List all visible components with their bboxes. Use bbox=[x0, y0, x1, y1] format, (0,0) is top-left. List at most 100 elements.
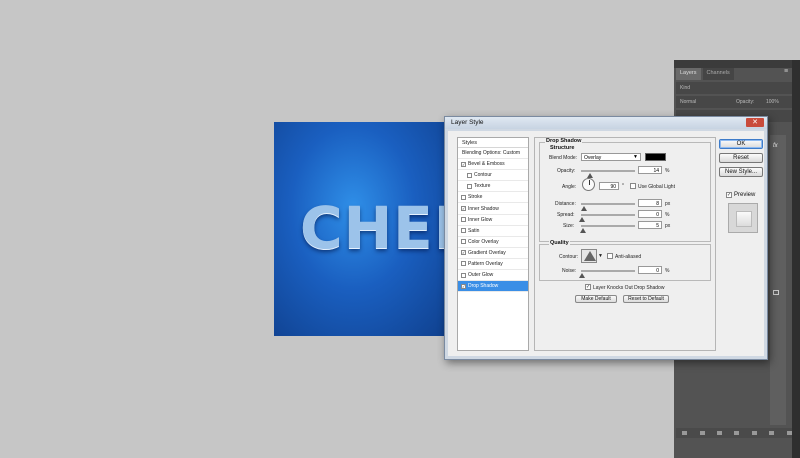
angle-input[interactable]: 90 bbox=[599, 182, 619, 190]
contour-picker[interactable] bbox=[581, 249, 597, 263]
folder-icon[interactable] bbox=[751, 431, 757, 435]
reset-button[interactable]: Reset bbox=[719, 153, 763, 163]
style-item-label: Bevel & Emboss bbox=[468, 161, 505, 168]
ok-button[interactable]: OK bbox=[719, 139, 763, 149]
opacity-input[interactable]: 14 bbox=[638, 166, 662, 174]
noise-slider-thumb[interactable] bbox=[579, 273, 585, 278]
style-item[interactable]: Inner Glow bbox=[458, 215, 528, 226]
style-checkbox[interactable] bbox=[461, 261, 466, 267]
trash-icon[interactable] bbox=[786, 431, 792, 435]
section-title: Drop Shadow bbox=[545, 138, 583, 144]
noise-input[interactable]: 0 bbox=[638, 266, 662, 274]
style-checkbox[interactable] bbox=[461, 239, 466, 245]
canvas-document[interactable]: CHENA bbox=[274, 122, 450, 336]
styles-header[interactable]: Styles bbox=[458, 138, 528, 148]
style-item[interactable]: Contour bbox=[458, 170, 528, 182]
spread-label: Spread: bbox=[557, 212, 575, 218]
style-checkbox[interactable] bbox=[467, 183, 472, 189]
panel-menu-icon[interactable]: ≡ bbox=[784, 68, 788, 75]
layer-blend-mode[interactable]: Normal bbox=[680, 99, 696, 105]
style-item[interactable]: Blending Options: Custom bbox=[458, 148, 528, 160]
reset-to-default-button[interactable]: Reset to Default bbox=[623, 295, 669, 303]
right-scrollbar[interactable] bbox=[792, 60, 800, 458]
style-item[interactable]: Outer Glow bbox=[458, 270, 528, 282]
style-item[interactable]: Pattern Overlay bbox=[458, 259, 528, 271]
distance-slider-thumb[interactable] bbox=[580, 206, 587, 211]
new-style-button[interactable]: New Style... bbox=[719, 167, 763, 177]
global-light-label: Use Global Light bbox=[638, 184, 675, 190]
opacity-unit: % bbox=[665, 168, 670, 174]
fx-icon[interactable]: fx bbox=[773, 143, 778, 149]
preview-toggle[interactable]: ✓ Preview bbox=[726, 192, 755, 198]
style-item-label: Outer Glow bbox=[468, 272, 494, 279]
style-item[interactable]: ✓ Bevel & Emboss bbox=[458, 159, 528, 171]
style-item[interactable]: ✓ Gradient Overlay bbox=[458, 248, 528, 259]
anti-aliased-label: Anti-aliased bbox=[615, 254, 642, 260]
style-checkbox[interactable]: ✓ bbox=[461, 161, 466, 167]
shadow-color-swatch[interactable] bbox=[645, 153, 666, 161]
preview-checkbox[interactable]: ✓ bbox=[726, 192, 732, 198]
structure-title: Structure bbox=[549, 145, 576, 151]
spread-slider-thumb[interactable] bbox=[579, 217, 585, 222]
tab-layers[interactable]: Layers bbox=[676, 68, 701, 80]
make-default-button[interactable]: Make Default bbox=[575, 295, 617, 303]
styles-list: Styles Blending Options: Custom ✓ Bevel & … bbox=[457, 137, 529, 351]
style-item[interactable]: Stroke bbox=[458, 192, 528, 204]
blend-row: Normal Opacity: 100% bbox=[676, 96, 798, 108]
chevron-down-icon[interactable]: ▼ bbox=[598, 253, 603, 259]
drop-shadow-settings: Drop Shadow Structure Blend Mode: Overla… bbox=[534, 137, 716, 351]
style-checkbox[interactable]: ✓ bbox=[461, 206, 466, 212]
panel-collapse-strip[interactable] bbox=[674, 60, 800, 68]
size-slider[interactable] bbox=[580, 225, 635, 233]
angle-dial[interactable] bbox=[582, 178, 595, 191]
style-item[interactable]: Satin bbox=[458, 226, 528, 237]
fx-menu-icon[interactable] bbox=[699, 431, 705, 435]
style-item-label: Drop Shadow bbox=[468, 283, 499, 290]
anti-aliased-checkbox[interactable] bbox=[607, 253, 613, 259]
dialog-body: Styles Blending Options: Custom ✓ Bevel & … bbox=[448, 131, 764, 356]
style-item[interactable]: ✓ Inner Shadow bbox=[458, 203, 528, 215]
style-item-label: Contour bbox=[474, 172, 492, 179]
style-checkbox[interactable] bbox=[461, 217, 466, 223]
size-slider-thumb[interactable] bbox=[580, 228, 587, 233]
new-layer-icon[interactable] bbox=[769, 431, 775, 435]
tab-channels[interactable]: Channels bbox=[702, 68, 734, 80]
layer-opacity-value[interactable]: 100% bbox=[766, 99, 779, 105]
distance-slider[interactable] bbox=[580, 203, 635, 211]
layer-filter-row[interactable]: Kind bbox=[676, 82, 798, 94]
style-checkbox[interactable]: ✓ bbox=[461, 250, 466, 256]
distance-input[interactable]: 8 bbox=[638, 199, 662, 207]
close-icon[interactable]: ✕ bbox=[746, 118, 764, 127]
canvas-text: CHENA bbox=[300, 194, 450, 262]
global-light-checkbox[interactable] bbox=[630, 183, 636, 189]
size-input[interactable]: 5 bbox=[638, 221, 662, 229]
filter-kind[interactable]: Kind bbox=[680, 85, 690, 91]
dialog-titlebar[interactable]: Layer Style ✕ bbox=[445, 117, 767, 129]
style-item[interactable]: Color Overlay bbox=[458, 237, 528, 248]
mask-icon[interactable] bbox=[717, 431, 723, 435]
link-icon[interactable] bbox=[682, 431, 688, 435]
spread-unit: % bbox=[665, 212, 670, 218]
adjustment-icon[interactable] bbox=[734, 431, 740, 435]
chevron-down-icon: ▼ bbox=[633, 154, 638, 160]
style-checkbox[interactable] bbox=[461, 272, 466, 278]
noise-slider[interactable] bbox=[579, 270, 635, 278]
spread-input[interactable]: 0 bbox=[638, 210, 662, 218]
style-checkbox[interactable]: ✓ bbox=[461, 283, 466, 289]
quality-title: Quality bbox=[549, 240, 570, 246]
knockout-label: Layer Knocks Out Drop Shadow bbox=[593, 285, 665, 291]
knockout-checkbox[interactable]: ✓ bbox=[585, 284, 591, 290]
style-checkbox[interactable] bbox=[467, 172, 472, 178]
opacity-slider[interactable] bbox=[581, 170, 635, 178]
style-item[interactable]: Texture bbox=[458, 181, 528, 193]
style-item[interactable]: ✓ Drop Shadow bbox=[458, 281, 528, 293]
spread-slider[interactable] bbox=[579, 214, 635, 222]
style-checkbox[interactable] bbox=[461, 228, 466, 234]
preview-label: Preview bbox=[734, 192, 756, 198]
blend-mode-select[interactable]: Overlay ▼ bbox=[581, 153, 641, 161]
layer-opacity-label: Opacity: bbox=[736, 99, 755, 105]
layer-list[interactable] bbox=[770, 135, 786, 425]
lock-icon bbox=[773, 290, 779, 295]
style-checkbox[interactable] bbox=[461, 194, 466, 200]
style-item-label: Blending Options: Custom bbox=[462, 150, 521, 157]
